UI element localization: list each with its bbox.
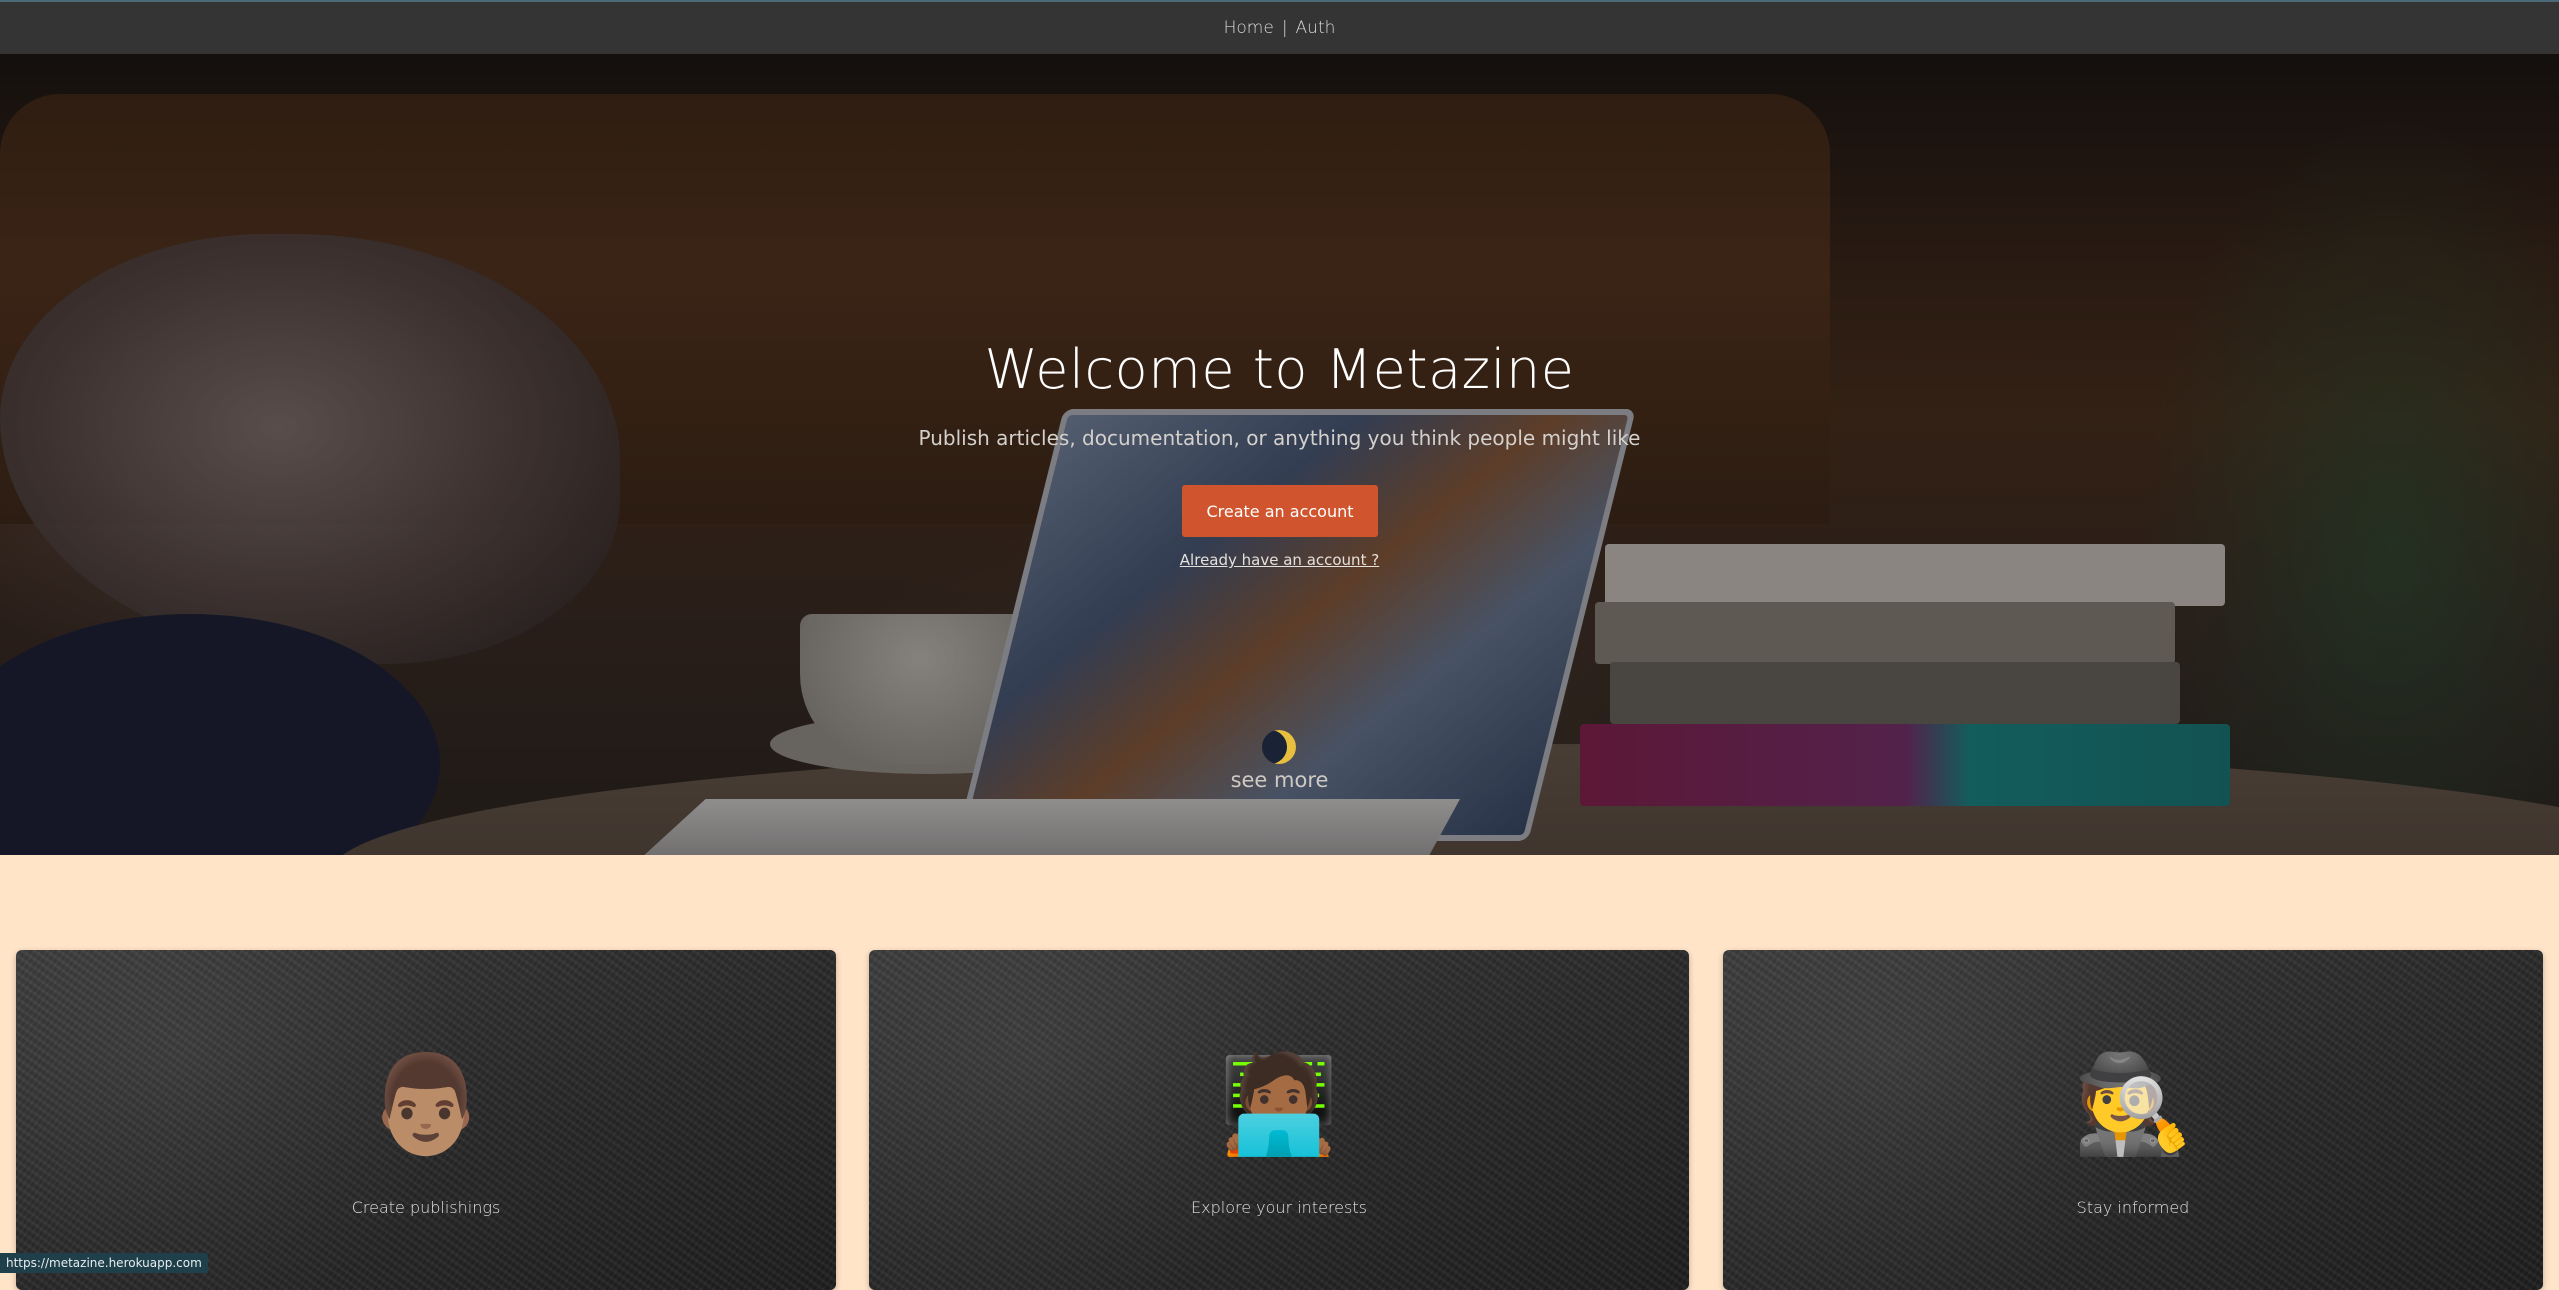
login-link[interactable]: Already have an account ? bbox=[0, 551, 2559, 569]
feature-label: Create publishings bbox=[351, 1198, 501, 1217]
feature-card: 🧑🏾‍💻 Explore your interests bbox=[869, 950, 1689, 1290]
top-nav: Home | Auth bbox=[0, 0, 2559, 54]
feature-card: 👨🏽 Create publishings bbox=[16, 950, 836, 1290]
create-account-button[interactable]: Create an account bbox=[1182, 485, 1378, 537]
hero-subtitle: Publish articles, documentation, or anyt… bbox=[918, 426, 1641, 450]
feature-card: 🕵️ Stay informed bbox=[1723, 950, 2543, 1290]
man-emoji-icon: 👨🏽 bbox=[366, 1051, 486, 1158]
nav-auth-link[interactable]: Auth bbox=[1296, 18, 1336, 38]
status-url: https://metazine.herokuapp.com bbox=[0, 1253, 208, 1273]
hero-section: Welcome to Metazine Publish articles, do… bbox=[0, 54, 2559, 855]
nav-home-link[interactable]: Home bbox=[1224, 18, 1274, 38]
technologist-emoji-icon: 🧑🏾‍💻 bbox=[1219, 1051, 1339, 1158]
feature-label: Explore your interests bbox=[1191, 1198, 1367, 1217]
features-section: 👨🏽 Create publishings 🧑🏾‍💻 Explore your … bbox=[0, 950, 2559, 1290]
feature-label: Stay informed bbox=[2076, 1198, 2190, 1217]
hero-title: Welcome to Metazine bbox=[984, 338, 1575, 401]
detective-emoji-icon: 🕵️ bbox=[2073, 1051, 2193, 1158]
see-more-link[interactable]: see more bbox=[0, 768, 2559, 792]
hero-content: Welcome to Metazine Publish articles, do… bbox=[0, 54, 2559, 855]
nav-separator: | bbox=[1281, 18, 1288, 38]
moon-icon[interactable] bbox=[1262, 730, 1296, 764]
